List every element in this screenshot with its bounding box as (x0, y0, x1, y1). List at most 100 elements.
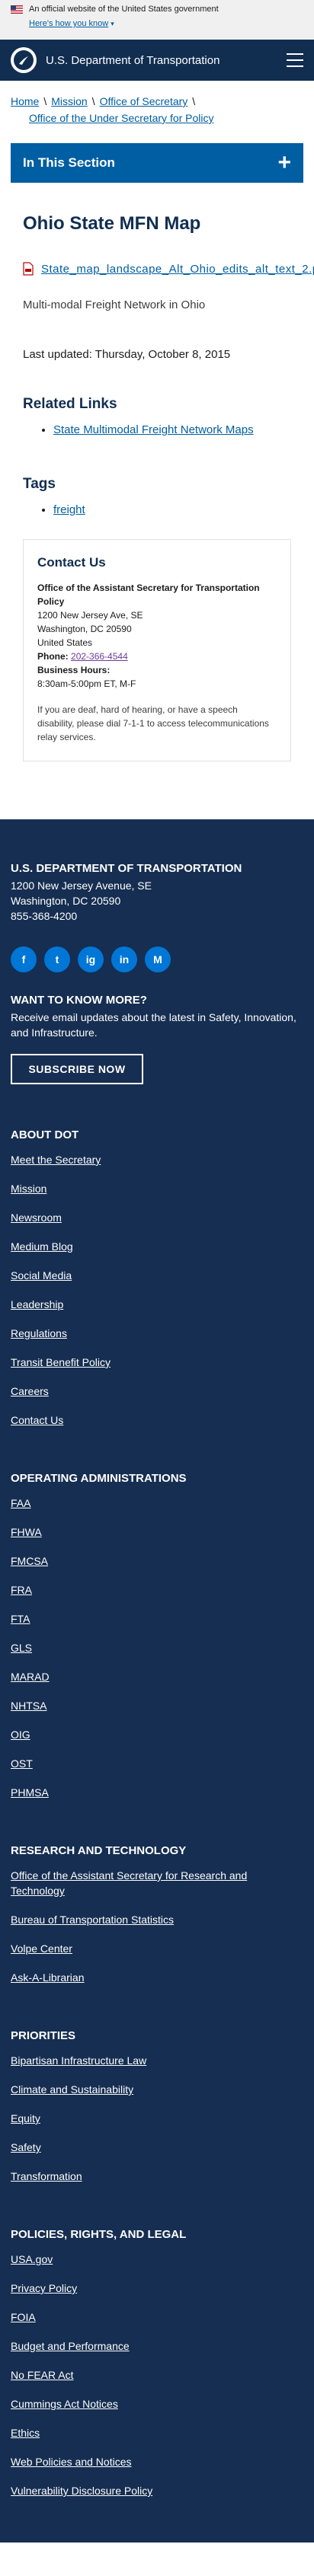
footer-link[interactable]: OST (11, 1757, 33, 1770)
footer-link[interactable]: Leadership (11, 1298, 63, 1310)
footer-link[interactable]: Privacy Policy (11, 2282, 77, 2294)
footer-link[interactable]: Ask-A-Librarian (11, 1971, 84, 1984)
footer-link[interactable]: Budget and Performance (11, 2340, 130, 2352)
want-to-know-text: Receive email updates about the latest i… (11, 1011, 296, 1039)
footer-link[interactable]: Transformation (11, 2170, 82, 2182)
footer-agency-name: U.S. DEPARTMENT OF TRANSPORTATION (11, 862, 242, 875)
footer-link[interactable]: Cummings Act Notices (11, 2398, 118, 2410)
footer-link[interactable]: Regulations (11, 1327, 67, 1339)
breadcrumb-office-of-secretary[interactable]: Office of Secretary (100, 95, 188, 107)
list-item: State Multimodal Freight Network Maps (53, 423, 314, 436)
footer-address-line: Washington, DC 20590 (11, 895, 121, 907)
phone-link[interactable]: 202-366-4544 (71, 651, 128, 662)
footer-link[interactable]: Transit Benefit Policy (11, 1356, 111, 1368)
in-this-section-toggle[interactable]: In This Section + (11, 143, 303, 183)
list-item: Ask-A-Librarian (11, 1970, 303, 1985)
medium-icon[interactable]: M (145, 946, 171, 972)
list-item: No FEAR Act (11, 2367, 303, 2383)
related-links-heading: Related Links (23, 396, 117, 412)
footer-link[interactable]: USA.gov (11, 2253, 53, 2265)
footer-link[interactable]: FHWA (11, 1526, 42, 1538)
official-site-text: An official website of the United States… (29, 5, 219, 14)
list-item: Climate and Sustainability (11, 2082, 303, 2097)
subscribe-button[interactable]: SUBSCRIBE NOW (11, 1054, 143, 1084)
footer-link[interactable]: FRA (11, 1584, 32, 1596)
footer-link[interactable]: FMCSA (11, 1555, 48, 1567)
footer-link[interactable]: Volpe Center (11, 1942, 72, 1955)
footer-link[interactable]: Vulnerability Disclosure Policy (11, 2485, 152, 2497)
list-item: Safety (11, 2140, 303, 2155)
list-item: FTA (11, 1611, 303, 1626)
footer-section: Operating Administrations FAA FHWA FMCSA FRA… (11, 1472, 303, 1800)
list-item: OST (11, 1756, 303, 1771)
contact-heading: Contact Us (37, 555, 106, 570)
breadcrumb-home[interactable]: Home (11, 95, 39, 107)
footer-link[interactable]: FOIA (11, 2311, 36, 2323)
linkedin-icon[interactable]: in (111, 946, 137, 972)
footer-link[interactable]: Meet the Secretary (11, 1154, 101, 1166)
breadcrumb-mission[interactable]: Mission (51, 95, 87, 107)
pdf-file-icon (23, 262, 34, 276)
tag-freight[interactable]: freight (53, 503, 85, 516)
footer-link[interactable]: PHMSA (11, 1786, 49, 1799)
how-you-know-label: Here's how you know (29, 19, 109, 28)
footer-link[interactable]: Mission (11, 1183, 46, 1195)
facebook-icon[interactable]: f (11, 946, 37, 972)
footer-section-heading: Priorities (11, 2029, 76, 2042)
footer-link[interactable]: Careers (11, 1385, 49, 1397)
footer-link[interactable]: MARAD (11, 1671, 50, 1683)
list-item: Contact Us (11, 1412, 303, 1428)
list-item: Newsroom (11, 1210, 303, 1225)
footer-link[interactable]: Bureau of Transportation Statistics (11, 1914, 174, 1926)
footer-link[interactable]: Safety (11, 2141, 41, 2153)
gov-banner: An official website of the United States… (0, 0, 314, 40)
footer-link[interactable]: Bipartisan Infrastructure Law (11, 2054, 146, 2067)
footer-links-list: Office of the Assistant Secretary for Re… (11, 1868, 303, 1985)
footer-links-list: FAA FHWA FMCSA FRA FTA GLS MARAD NHTSA OIG OST PHM… (11, 1495, 303, 1800)
contact-address-line: 1200 New Jersey Ave, SE (37, 610, 143, 621)
breadcrumb-under-secretary-policy[interactable]: Office of the Under Secretary for Policy (29, 112, 214, 124)
footer-links-list: USA.gov Privacy Policy FOIA Budget and Perf… (11, 2252, 303, 2498)
footer-link[interactable]: Equity (11, 2112, 40, 2124)
list-item: MARAD (11, 1669, 303, 1684)
footer-link[interactable]: Web Policies and Notices (11, 2456, 131, 2468)
footer-link[interactable]: Medium Blog (11, 1240, 73, 1253)
footer-link[interactable]: No FEAR Act (11, 2369, 73, 2381)
list-item: Equity (11, 2111, 303, 2126)
footer-link[interactable]: Ethics (11, 2427, 40, 2439)
file-attachment: State_map_landscape_Alt_Ohio_edits_alt_t… (23, 262, 314, 276)
breadcrumb: Home \ Mission \ Office of Secretary \ Office… (0, 84, 314, 126)
list-item: Budget and Performance (11, 2338, 303, 2354)
relay-note: If you are deaf, hard of hearing, or hav… (37, 704, 269, 742)
footer-link[interactable]: Office of the Assistant Secretary for Re… (11, 1869, 247, 1897)
in-this-section-label: In This Section (23, 155, 115, 170)
footer-link[interactable]: NHTSA (11, 1700, 46, 1712)
contact-card: Contact Us Office of the Assistant Secre… (23, 539, 291, 761)
list-item: FHWA (11, 1524, 303, 1540)
list-item: Privacy Policy (11, 2281, 303, 2296)
us-flag-icon (11, 5, 23, 14)
footer-link[interactable]: FTA (11, 1613, 30, 1625)
footer-link[interactable]: Contact Us (11, 1414, 63, 1426)
list-item: Transformation (11, 2169, 303, 2184)
footer-link[interactable]: Social Media (11, 1269, 72, 1282)
dot-logo-icon[interactable] (11, 47, 37, 73)
contact-address-line: United States (37, 637, 93, 648)
breadcrumb-separator: \ (91, 95, 95, 107)
footer-link[interactable]: OIG (11, 1729, 30, 1741)
list-item: USA.gov (11, 2252, 303, 2267)
pdf-download-link[interactable]: State_map_landscape_Alt_Ohio_edits_alt_t… (41, 263, 314, 276)
footer-link[interactable]: GLS (11, 1642, 32, 1654)
related-link-state-mfn-maps[interactable]: State Multimodal Freight Network Maps (53, 423, 254, 436)
map-description: Multi-modal Freight Network in Ohio (23, 298, 206, 311)
footer-link[interactable]: FAA (11, 1497, 30, 1509)
instagram-icon[interactable]: ig (78, 946, 104, 972)
footer-link[interactable]: Newsroom (11, 1211, 62, 1224)
list-item: Transit Benefit Policy (11, 1355, 303, 1370)
list-item: Meet the Secretary (11, 1152, 303, 1167)
footer-link[interactable]: Climate and Sustainability (11, 2083, 133, 2096)
hamburger-menu-icon[interactable] (287, 53, 303, 67)
twitter-icon[interactable]: t (44, 946, 70, 972)
how-you-know-toggle[interactable]: Here's how you know ▾ (29, 19, 303, 28)
site-name[interactable]: U.S. Department of Transportation (46, 54, 287, 67)
